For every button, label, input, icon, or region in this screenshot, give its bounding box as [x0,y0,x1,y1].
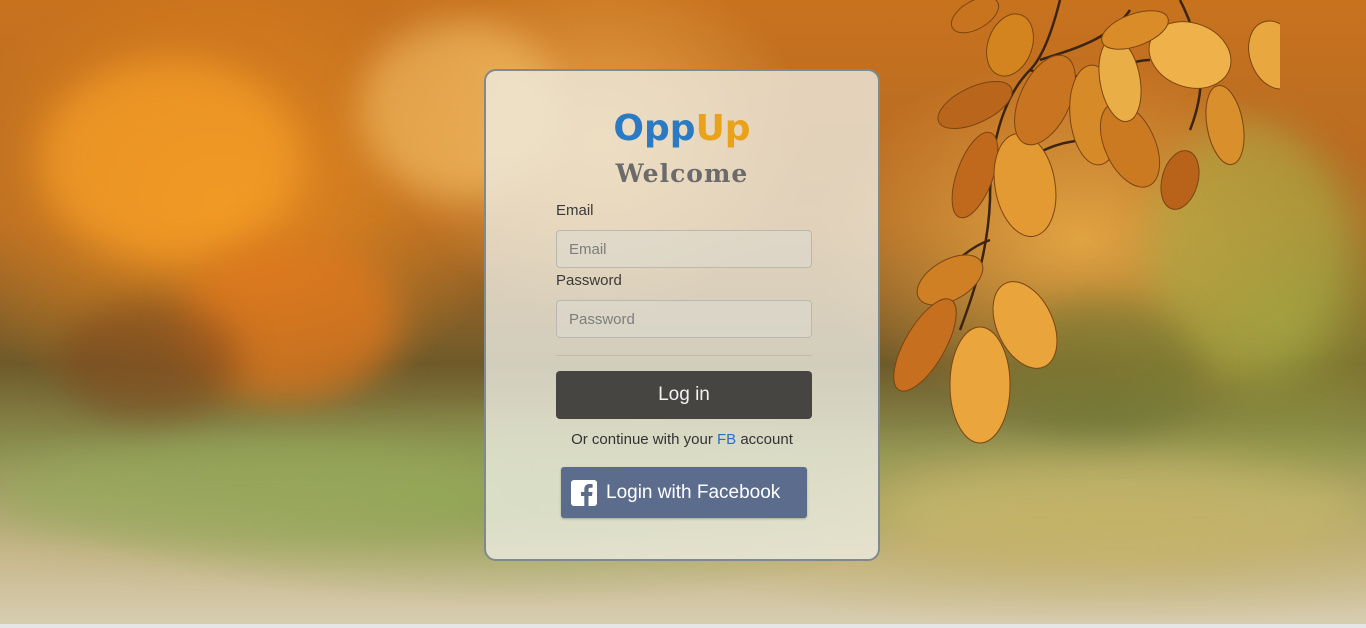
alternate-login-prefix: Or continue with your [571,431,713,448]
autumn-leaves-decoration [893,0,1280,444]
oppup-logo: OppUp [486,109,878,149]
password-field[interactable] [556,300,812,338]
log-in-button[interactable]: Log in [556,371,812,419]
welcome-heading: Welcome [615,159,749,188]
login-with-facebook-button[interactable]: Login with Facebook [561,467,807,518]
email-field[interactable] [556,230,812,268]
logo-part-opp: Opp [613,108,696,149]
fb-link[interactable]: FB [717,431,736,448]
window-bottom-edge [0,624,1366,628]
alternate-login-text: Or continue with your FB account [486,431,878,448]
logo-part-up: Up [695,108,751,149]
facebook-icon [571,479,597,506]
form-divider [556,355,812,356]
facebook-button-label: Login with Facebook [606,481,781,503]
email-label: Email [556,202,594,219]
alternate-login-suffix: account [740,431,793,448]
login-card: OppUp Welcome Email Password Log in Or c… [484,69,880,561]
password-label: Password [556,272,622,289]
